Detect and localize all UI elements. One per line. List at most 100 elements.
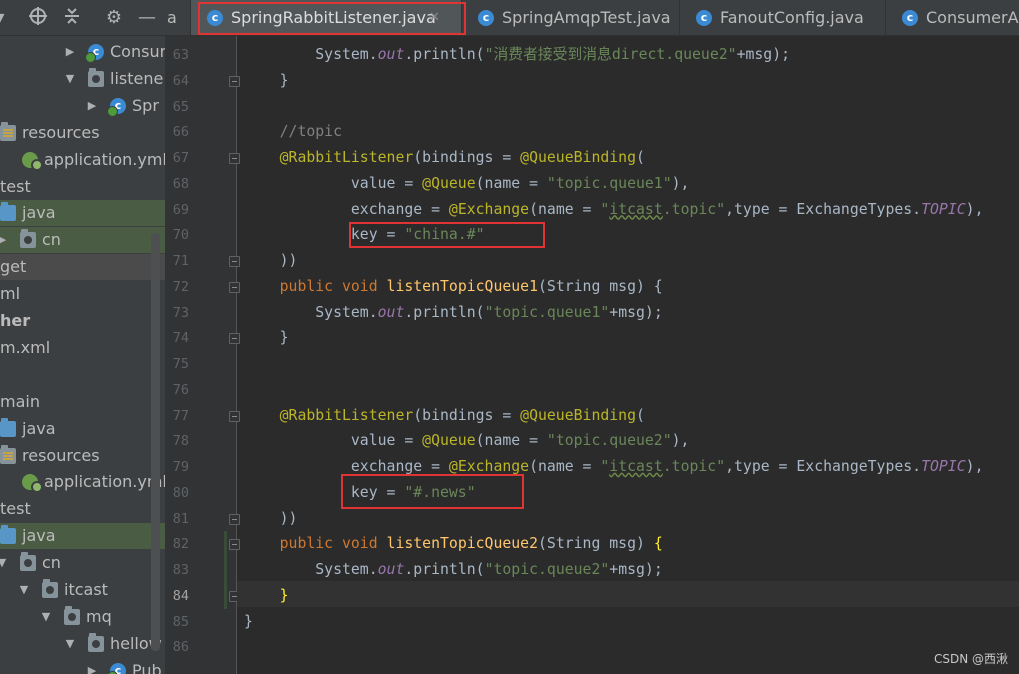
code-token: ),: [671, 432, 690, 450]
code-line[interactable]: key = "#.news": [244, 480, 476, 506]
line-number: 72: [172, 278, 189, 295]
chevron-right-icon[interactable]: ▶: [86, 658, 98, 674]
code-line[interactable]: }: [244, 609, 253, 635]
tree-item[interactable]: resources: [0, 120, 165, 146]
tree-item[interactable]: application.yml: [0, 147, 165, 173]
collapse-arrow-icon[interactable]: ▾: [0, 6, 12, 30]
tree-item[interactable]: ▶ cn: [0, 227, 165, 254]
code-line[interactable]: }: [244, 68, 289, 94]
code-line[interactable]: value = @Queue(name = "topic.queue1"),: [244, 171, 690, 197]
tree-item[interactable]: test: [0, 174, 165, 200]
chevron-down-icon[interactable]: ▼: [64, 66, 76, 92]
tree-item[interactable]: java: [0, 200, 165, 227]
code-line[interactable]: exchange = @Exchange(name = "itcast.topi…: [244, 197, 984, 223]
tree-item[interactable]: java: [0, 416, 165, 442]
tree-item[interactable]: application.yml: [0, 469, 165, 495]
code-token: "#.news": [404, 483, 476, 501]
tree-item[interactable]: ▼ hellow: [0, 631, 165, 657]
tree-item-label: ml: [0, 284, 21, 304]
source-folder-icon: [0, 417, 16, 437]
fold-marker-icon[interactable]: [229, 256, 240, 267]
tree-item[interactable]: her: [0, 308, 165, 334]
tree-item[interactable]: get: [0, 254, 165, 281]
tree-item[interactable]: ▼ cn: [0, 550, 165, 576]
code-token: .println(: [404, 303, 485, 321]
target-icon[interactable]: [26, 6, 50, 30]
code-line[interactable]: }: [244, 325, 289, 351]
editor-tab[interactable]: c ConsumerApp: [886, 0, 1019, 35]
code-token: .topic": [662, 458, 726, 475]
tree-item[interactable]: ▶ c Spr: [0, 93, 165, 119]
code-token: TOPIC: [921, 200, 966, 218]
package-folder-icon: [20, 229, 36, 249]
code-line[interactable]: System.out.println("消费者接受到消息direct.queue…: [244, 42, 790, 68]
code-line[interactable]: public void listenTopicQueue2(String msg…: [244, 531, 663, 557]
editor-tab[interactable]: a: [165, 0, 191, 35]
chevron-right-icon[interactable]: ▶: [86, 93, 98, 119]
tree-item-label: java: [22, 203, 56, 223]
resources-folder-icon: [0, 444, 16, 464]
line-number: 78: [172, 433, 189, 450]
fold-marker-icon[interactable]: [229, 75, 240, 87]
tree-item[interactable]: test: [0, 496, 165, 522]
code-line[interactable]: System.out.println("topic.queue2"+msg);: [244, 557, 662, 583]
close-icon[interactable]: ✕: [429, 0, 440, 35]
tree-item[interactable]: ▼ mq: [0, 604, 165, 630]
editor-tab[interactable]: c SpringRabbitListener.java ✕: [191, 0, 462, 35]
editor-tab[interactable]: c SpringAmqpTest.java: [462, 0, 680, 35]
fold-marker-icon[interactable]: [229, 513, 240, 525]
code-line[interactable]: )): [244, 248, 298, 274]
fold-marker-icon[interactable]: [229, 333, 240, 345]
tree-item[interactable]: main: [0, 389, 165, 415]
tree-item[interactable]: ▼ listene: [0, 66, 165, 92]
code-line[interactable]: //topic: [244, 119, 342, 145]
code-token: +msg);: [609, 303, 663, 321]
tree-item[interactable]: [0, 362, 165, 388]
tree-item[interactable]: m.xml: [0, 335, 165, 361]
code-token: public void: [244, 535, 387, 553]
chevron-down-icon[interactable]: ▼: [18, 577, 30, 603]
code-editor[interactable]: 63 64 65 66 67 68 69 70 71 72 73 74 75 76 77 78 79 80 81 82…: [165, 36, 1019, 674]
tree-item-label: main: [0, 391, 40, 411]
tree-item-label: Consur: [110, 42, 165, 61]
tree-item[interactable]: ml: [0, 281, 165, 307]
chevron-right-icon[interactable]: ▶: [64, 39, 76, 65]
code-line[interactable]: System.out.println("topic.queue1"+msg);: [244, 300, 663, 326]
tree-item-label: resources: [22, 445, 100, 465]
tree-item-label: get: [0, 257, 27, 277]
code-line[interactable]: @RabbitListener(bindings = @QueueBinding…: [244, 403, 645, 429]
chevron-down-icon[interactable]: ▼: [40, 604, 52, 630]
tree-item[interactable]: ▶ c Consur: [0, 39, 165, 65]
tree-item-label: cn: [42, 553, 61, 573]
line-number: 70: [172, 227, 189, 244]
chevron-right-icon[interactable]: ▶: [0, 227, 8, 253]
source-folder-icon: [0, 525, 16, 545]
code-token: (name =: [475, 174, 547, 192]
code-line[interactable]: @RabbitListener(bindings = @QueueBinding…: [244, 145, 645, 171]
gear-icon[interactable]: ⚙: [102, 6, 126, 30]
chevron-down-icon[interactable]: ▼: [64, 631, 76, 657]
minimize-icon[interactable]: —: [135, 6, 159, 30]
code-line[interactable]: )): [244, 506, 298, 532]
sidebar-scrollbar[interactable]: [151, 233, 160, 651]
tree-item[interactable]: ▼ itcast: [0, 577, 165, 603]
code-line[interactable]: }: [244, 583, 289, 609]
tree-item[interactable]: resources: [0, 443, 165, 469]
chevron-down-icon[interactable]: ▼: [0, 550, 8, 576]
tree-item[interactable]: java: [0, 523, 165, 550]
code-token: }: [244, 71, 289, 89]
tree-item[interactable]: ▶ c Pub: [0, 658, 165, 674]
code-line[interactable]: public void listenTopicQueue1(String msg…: [244, 274, 663, 300]
code-line[interactable]: value = @Queue(name = "topic.queue2"),: [244, 428, 690, 454]
code-line[interactable]: exchange = @Exchange(name = "itcast.topi…: [244, 454, 984, 480]
fold-marker-icon[interactable]: [229, 153, 240, 164]
line-number: 64: [172, 72, 189, 89]
collapse-all-icon[interactable]: [60, 6, 84, 30]
fold-marker-icon[interactable]: [229, 410, 240, 422]
fold-marker-icon[interactable]: [229, 539, 240, 551]
spring-config-icon: [22, 474, 43, 494]
editor-tab[interactable]: c FanoutConfig.java: [680, 0, 886, 35]
code-line[interactable]: key = "china.#": [244, 222, 485, 248]
tab-label: SpringAmqpTest.java: [502, 8, 671, 27]
fold-marker-icon[interactable]: [229, 281, 240, 293]
